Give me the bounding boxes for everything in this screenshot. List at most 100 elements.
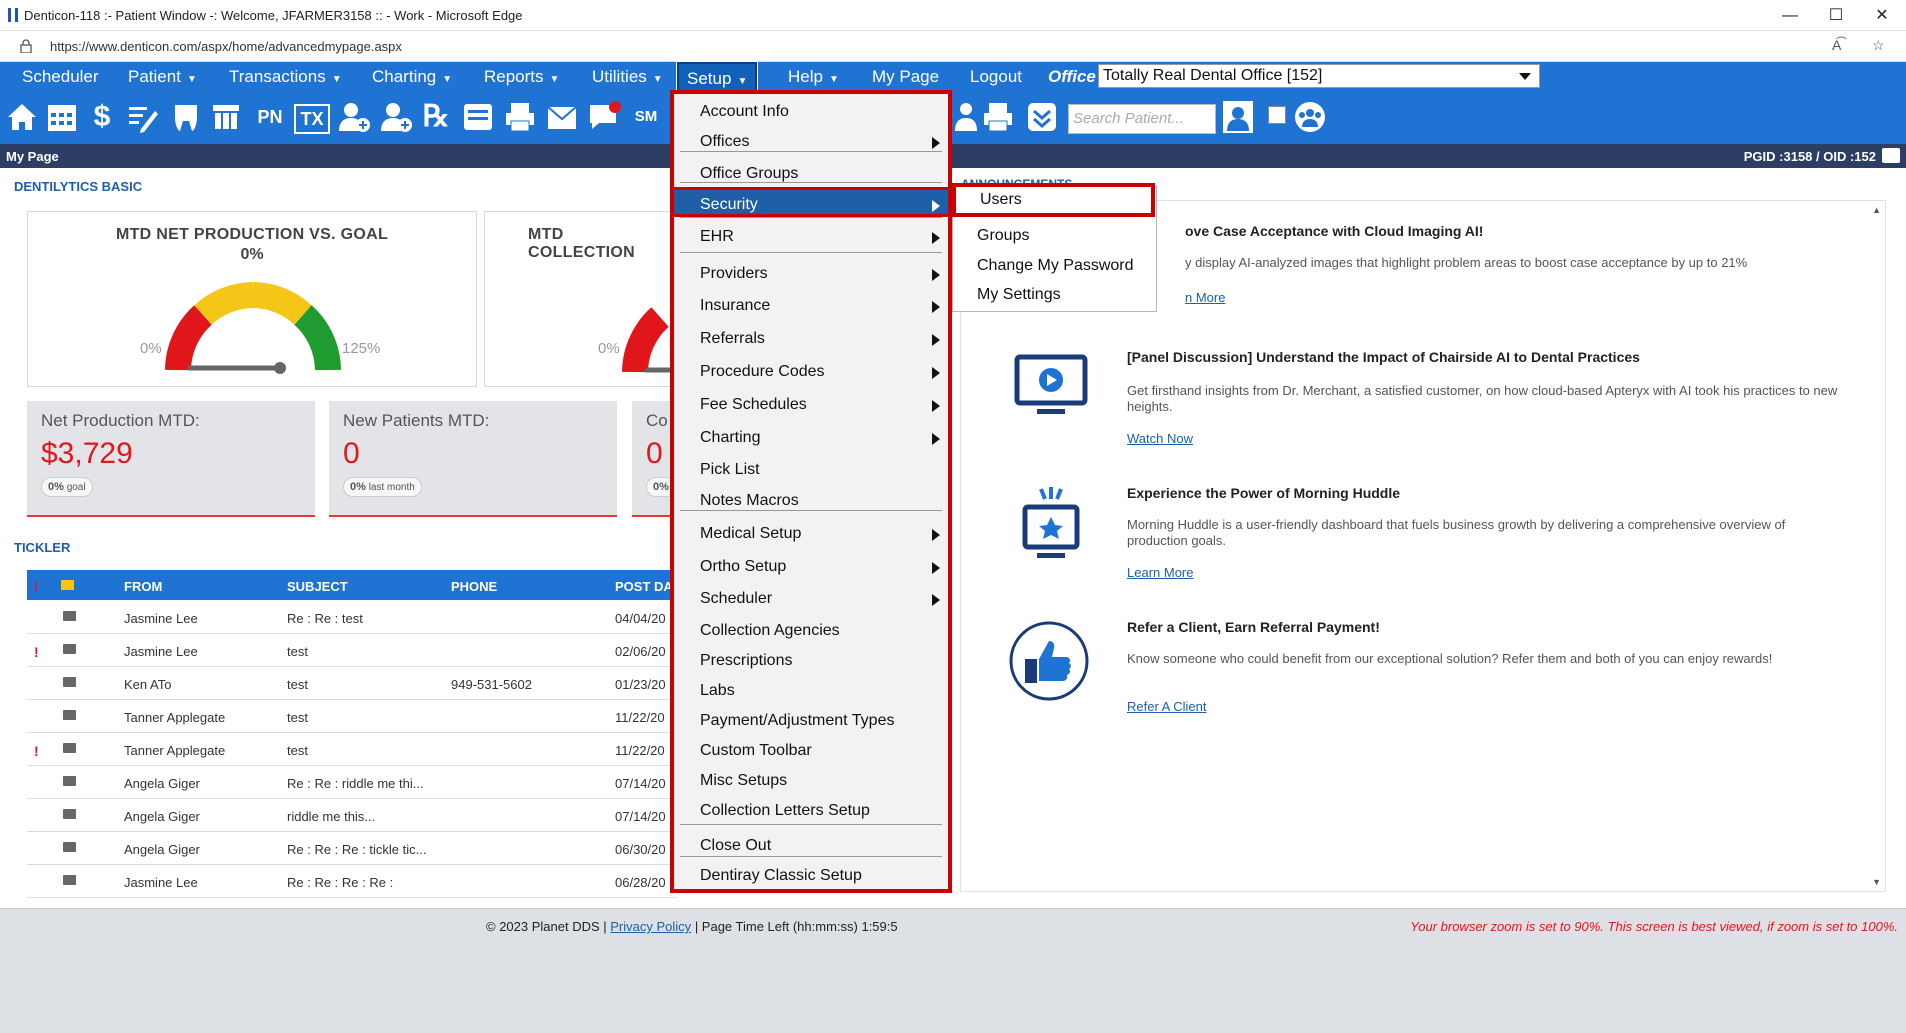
scroll-up-icon[interactable]: ▲ (1872, 205, 1881, 215)
table-row[interactable]: Angela Giger riddle me this... 07/14/20 (27, 799, 677, 832)
table-row[interactable]: Jasmine Lee Re : Re : test 04/04/20 (27, 601, 677, 634)
teeth-icon[interactable] (208, 98, 244, 136)
table-row[interactable]: Angela Giger Re : Re : riddle me thi... 07… (27, 766, 677, 799)
office-select[interactable]: Totally Real Dental Office [152] (1098, 64, 1540, 88)
col-from[interactable]: FROM (124, 579, 162, 594)
setup-menu-item-ortho-setup[interactable]: Ortho Setup (674, 552, 948, 582)
announcement-link[interactable]: n More (1185, 290, 1225, 305)
announcement-title: Refer a Client, Earn Referral Payment! (1127, 619, 1380, 635)
chat-icon[interactable] (586, 98, 622, 136)
announcement-link[interactable]: Watch Now (1127, 431, 1193, 446)
stat-card-net-production: Net Production MTD: $3,729 0% goal (27, 401, 315, 517)
nav-setup[interactable]: Setup ▼ (675, 61, 759, 93)
setup-menu-item-providers[interactable]: Providers (674, 259, 948, 289)
table-row[interactable]: Jasmine Lee Re : Re : Re : Re : 06/28/20 (27, 865, 677, 898)
nav-patient[interactable]: Patient ▼ (120, 62, 205, 92)
favorite-icon[interactable]: ☆ (1872, 37, 1885, 54)
setup-menu-item-payment-adjustment-types[interactable]: Payment/Adjustment Types (674, 706, 948, 736)
table-row[interactable]: ! Jasmine Lee test 02/06/20 (27, 634, 677, 667)
menu-item-label: Prescriptions (700, 652, 793, 669)
setup-menu-item-insurance[interactable]: Insurance (674, 291, 948, 321)
add-patient-icon[interactable] (336, 98, 372, 136)
nav-help[interactable]: Help ▼ (780, 62, 847, 92)
tooth-icon[interactable] (168, 98, 204, 136)
nav-utilities[interactable]: Utilities ▼ (584, 62, 671, 92)
users-group-icon[interactable] (1292, 98, 1328, 136)
setup-menu-item-security[interactable]: Security (671, 187, 951, 217)
table-row[interactable]: Ken ATo test 949-531-5602 01/23/20 (27, 667, 677, 700)
setup-menu-item-referrals[interactable]: Referrals (674, 324, 948, 354)
print-icon[interactable] (502, 98, 538, 136)
sms-icon[interactable]: SM (628, 98, 664, 136)
setup-menu-item-collection-agencies[interactable]: Collection Agencies (674, 616, 948, 646)
announcement-link[interactable]: Learn More (1127, 565, 1193, 580)
scroll-down-icon[interactable]: ▼ (1872, 877, 1881, 887)
setup-menu-item-fee-schedules[interactable]: Fee Schedules (674, 390, 948, 420)
setup-menu-item-scheduler[interactable]: Scheduler (674, 584, 948, 614)
table-row[interactable]: Tanner Applegate test 11/22/20 (27, 700, 677, 733)
table-row[interactable]: ! Tanner Applegate test 11/22/20 (27, 733, 677, 766)
priority-flag: ! (34, 743, 39, 759)
security-menu-item-change-my-password[interactable]: Change My Password (953, 251, 1156, 281)
setup-menu-item-notes-macros[interactable]: Notes Macros (674, 486, 948, 516)
url-text[interactable]: https://www.denticon.com/aspx/home/advan… (50, 39, 402, 54)
printer-icon[interactable] (980, 98, 1016, 136)
nav-transactions[interactable]: Transactions ▼ (221, 62, 350, 92)
setup-menu-item-close-out[interactable]: Close Out (674, 831, 948, 861)
dollar-icon[interactable]: $ (84, 98, 120, 136)
chevron-down-box-icon[interactable] (1024, 98, 1060, 136)
setup-menu-item-medical-setup[interactable]: Medical Setup (674, 519, 948, 549)
stat-card-new-patients: New Patients MTD: 0 0% last month (329, 401, 617, 517)
patient-search-input[interactable]: Search Patient... (1068, 104, 1216, 134)
privacy-policy-link[interactable]: Privacy Policy (610, 919, 691, 934)
add-user-icon[interactable] (378, 98, 414, 136)
setup-menu-item-custom-toolbar[interactable]: Custom Toolbar (674, 736, 948, 766)
calendar-icon[interactable] (44, 98, 80, 136)
read-aloud-icon[interactable]: A͡ (1832, 37, 1841, 53)
rx-icon[interactable]: ℞ (418, 98, 454, 136)
tx-icon[interactable]: TX (294, 104, 330, 134)
col-subject[interactable]: SUBJECT (287, 579, 348, 594)
stat-value: 0 (343, 437, 360, 470)
toggle-checkbox[interactable] (1268, 106, 1286, 124)
mail-icon[interactable] (544, 98, 580, 136)
close-button[interactable]: ✕ (1862, 4, 1902, 28)
edit-icon[interactable] (124, 98, 160, 136)
setup-menu-item-procedure-codes[interactable]: Procedure Codes (674, 357, 948, 387)
stat-pill: 0% goal (41, 477, 93, 497)
cell-from: Angela Giger (124, 809, 200, 824)
minimize-button[interactable]: — (1770, 4, 1810, 28)
print-page-icon[interactable] (1882, 148, 1900, 163)
setup-menu-item-charting[interactable]: Charting (674, 423, 948, 453)
nav-my-page[interactable]: My Page (864, 62, 947, 92)
col-post-date[interactable]: POST DA (615, 579, 673, 594)
setup-menu-item-labs[interactable]: Labs (674, 676, 948, 706)
patient-search-icon[interactable] (1220, 98, 1256, 136)
security-menu-item-my-settings[interactable]: My Settings (953, 280, 1156, 310)
pn-icon[interactable]: PN (252, 98, 288, 136)
address-bar[interactable]: https://www.denticon.com/aspx/home/advan… (0, 31, 1906, 62)
table-row[interactable]: Angela Giger Re : Re : Re : tickle tic...… (27, 832, 677, 865)
home-icon[interactable] (4, 98, 40, 136)
notes-icon[interactable] (460, 98, 496, 136)
page-time-left: | Page Time Left (hh:mm:ss) 1:59:5 (694, 919, 898, 934)
setup-menu-item-prescriptions[interactable]: Prescriptions (674, 646, 948, 676)
setup-menu-item-account-info[interactable]: Account Info (674, 97, 948, 127)
nav-logout[interactable]: Logout (962, 62, 1030, 92)
nav-scheduler[interactable]: Scheduler (14, 62, 107, 92)
setup-menu-item-office-groups[interactable]: Office Groups (674, 159, 948, 189)
setup-menu-item-ehr[interactable]: EHR (674, 222, 948, 252)
setup-menu-item-pick-list[interactable]: Pick List (674, 455, 948, 485)
security-menu-item-users[interactable]: Users (952, 183, 1155, 217)
security-menu-item-groups[interactable]: Groups (953, 221, 1156, 251)
setup-menu-item-dentiray-classic-setup[interactable]: Dentiray Classic Setup (674, 861, 948, 891)
announcement-link[interactable]: Refer A Client (1127, 699, 1207, 714)
nav-charting[interactable]: Charting ▼ (364, 62, 460, 92)
setup-menu-item-collection-letters-setup[interactable]: Collection Letters Setup (674, 796, 948, 826)
setup-menu-item-misc-setups[interactable]: Misc Setups (674, 766, 948, 796)
maximize-button[interactable]: ☐ (1816, 4, 1856, 28)
nav-reports[interactable]: Reports ▼ (476, 62, 567, 92)
setup-menu-item-offices[interactable]: Offices (674, 127, 948, 157)
group-icon[interactable] (948, 98, 984, 136)
col-phone[interactable]: PHONE (451, 579, 497, 594)
